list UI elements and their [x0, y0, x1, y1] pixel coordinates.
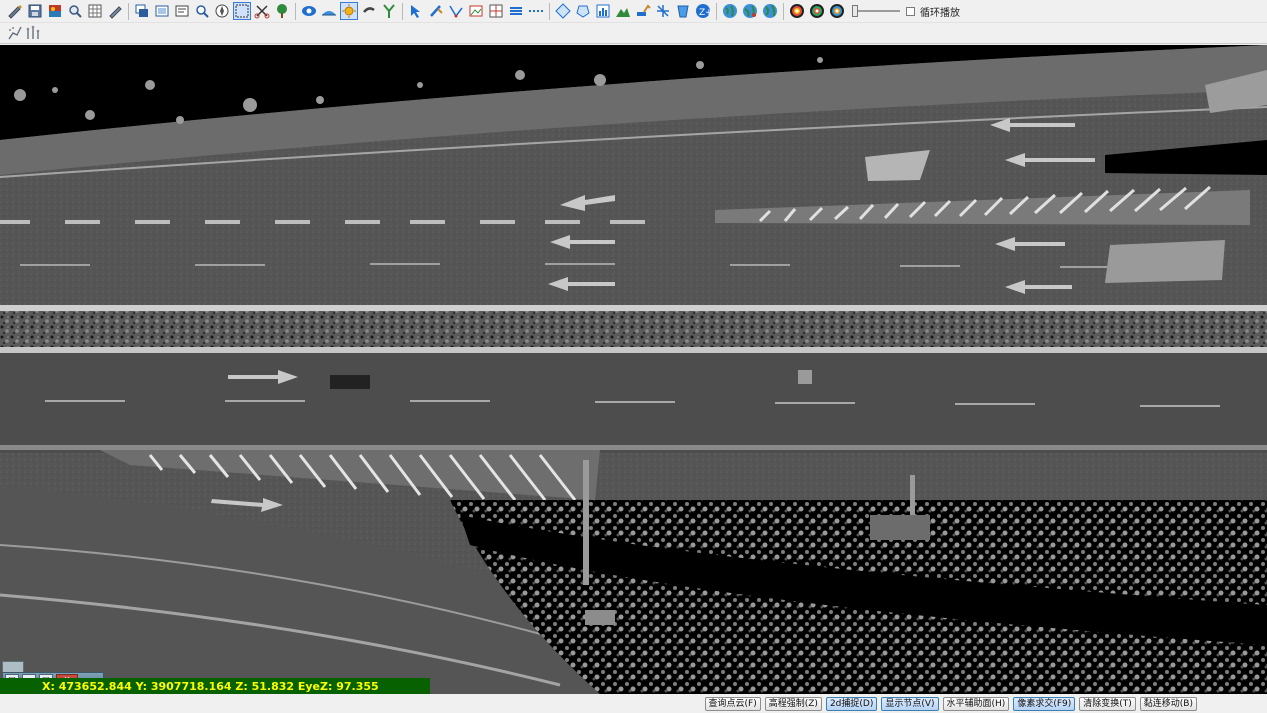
playback-slider-track [852, 10, 900, 12]
roadside-box [585, 610, 615, 625]
vehicle-point-cluster-2 [1105, 240, 1225, 283]
grid-edit-icon[interactable] [487, 2, 505, 20]
globe-1-icon[interactable] [721, 2, 739, 20]
toolbar-group-display [300, 2, 398, 20]
toolbar-group-view [133, 2, 291, 20]
globe-2-icon[interactable] [741, 2, 759, 20]
edit-icon[interactable] [6, 2, 24, 20]
status-bar: 查询点云(F) 高程强制(Z) 2d捕捉(D) 显示节点(V) 水平辅助面(H)… [0, 694, 1267, 713]
sun-icon[interactable] [340, 2, 358, 20]
median-vegetation [0, 311, 1267, 347]
toolbar-group-edit [407, 2, 545, 20]
toolbar-group-tools: Z+ [554, 2, 712, 20]
globe-3-icon[interactable] [761, 2, 779, 20]
toolbar-separator [783, 2, 784, 20]
pen-icon[interactable] [106, 2, 124, 20]
playback-slider-thumb[interactable] [852, 5, 858, 17]
excavator-icon[interactable] [634, 2, 652, 20]
point-cloud-tool-1-icon[interactable] [6, 24, 24, 42]
query-point-cloud-button[interactable]: 查询点云(F) [704, 696, 761, 711]
pixel-intersect-button[interactable]: 像素求交(F9) [1013, 696, 1076, 711]
2d-snap-button[interactable]: 2d捕捉(D) [825, 696, 878, 711]
toolbar-separator [295, 2, 296, 20]
toolbar-separator [402, 2, 403, 20]
clear-transform-button[interactable]: 清除变换(T) [1079, 696, 1136, 711]
coordinate-readout: X: 473652.844 Y: 3907718.164 Z: 51.832 E… [42, 679, 379, 693]
roadside-structure [870, 515, 930, 540]
search-icon[interactable] [193, 2, 211, 20]
image-icon[interactable] [467, 2, 485, 20]
sticky-move-button[interactable]: 黏连移动(B) [1139, 696, 1197, 711]
save-icon[interactable] [26, 2, 44, 20]
measure-icon[interactable] [173, 2, 191, 20]
loop-play-checkbox[interactable] [906, 6, 915, 16]
diamond-icon[interactable] [554, 2, 572, 20]
roadside-object [798, 370, 812, 384]
dash-line-icon[interactable] [527, 2, 545, 20]
median-edge-line-top [0, 305, 1267, 311]
brush-icon[interactable] [427, 2, 445, 20]
toolbar-group-globe [721, 2, 779, 20]
loop-play-label: 循环播放 [920, 7, 960, 19]
line-edit-icon[interactable] [447, 2, 465, 20]
elevation-force-button[interactable]: 高程强制(Z) [764, 696, 822, 711]
arrow-cursor-icon[interactable] [407, 2, 425, 20]
show-nodes-button[interactable]: 显示节点(V) [881, 696, 939, 711]
point-cloud-scene [0, 45, 1267, 694]
main-toolbar: Z+ 循环播放 [0, 0, 1267, 23]
lower-edge-line [0, 445, 1267, 450]
point-cloud-viewport[interactable]: ▣ ▭ □ ✕ X: 473652.844 Y: 3907718.164 Z: … [0, 45, 1267, 694]
toolbar-group-file [6, 2, 124, 20]
toolbar-group-playback: 循环播放 [788, 2, 960, 20]
median-edge-line-bottom [0, 347, 1267, 353]
tree-icon[interactable] [273, 2, 291, 20]
point-cloud-tool-2-icon[interactable] [24, 24, 42, 42]
playback-slider[interactable] [852, 4, 900, 18]
scissors-icon[interactable] [654, 2, 672, 20]
select-box-icon[interactable] [233, 2, 251, 20]
zoom-icon[interactable] [66, 2, 84, 20]
copy-window-icon[interactable] [133, 2, 151, 20]
light-pole-1 [583, 460, 589, 585]
vehicle-shadow-1 [330, 375, 370, 389]
wrench-icon[interactable] [360, 2, 378, 20]
terrain-icon[interactable] [614, 2, 632, 20]
toolbar-separator [716, 2, 717, 20]
toolbar-separator [549, 2, 550, 20]
toolbar-separator [128, 2, 129, 20]
eye-icon[interactable] [300, 2, 318, 20]
cup-icon[interactable] [674, 2, 692, 20]
layers-icon[interactable] [507, 2, 525, 20]
polygon-icon[interactable] [574, 2, 592, 20]
coordinate-readout-bar: X: 473652.844 Y: 3907718.164 Z: 51.832 E… [0, 678, 430, 694]
grid-icon[interactable] [86, 2, 104, 20]
screen-icon[interactable] [153, 2, 171, 20]
svg-text:Z+: Z+ [699, 8, 711, 18]
target-3-icon[interactable] [828, 2, 846, 20]
layer-map-icon[interactable] [46, 2, 64, 20]
cut-icon[interactable] [253, 2, 271, 20]
horizontal-aux-plane-button[interactable]: 水平辅助面(H) [942, 696, 1010, 711]
secondary-toolbar [0, 23, 1267, 44]
app-window: Z+ 循环播放 X: 473652.844 Y: 3907718.164 Z: … [0, 0, 1267, 713]
y-split-icon[interactable] [380, 2, 398, 20]
target-1-icon[interactable] [788, 2, 806, 20]
compass-icon[interactable] [213, 2, 231, 20]
spreadsheet-icon[interactable] [594, 2, 612, 20]
z-plus-icon[interactable]: Z+ [694, 2, 712, 20]
target-2-icon[interactable] [808, 2, 826, 20]
road-profile-icon[interactable] [320, 2, 338, 20]
